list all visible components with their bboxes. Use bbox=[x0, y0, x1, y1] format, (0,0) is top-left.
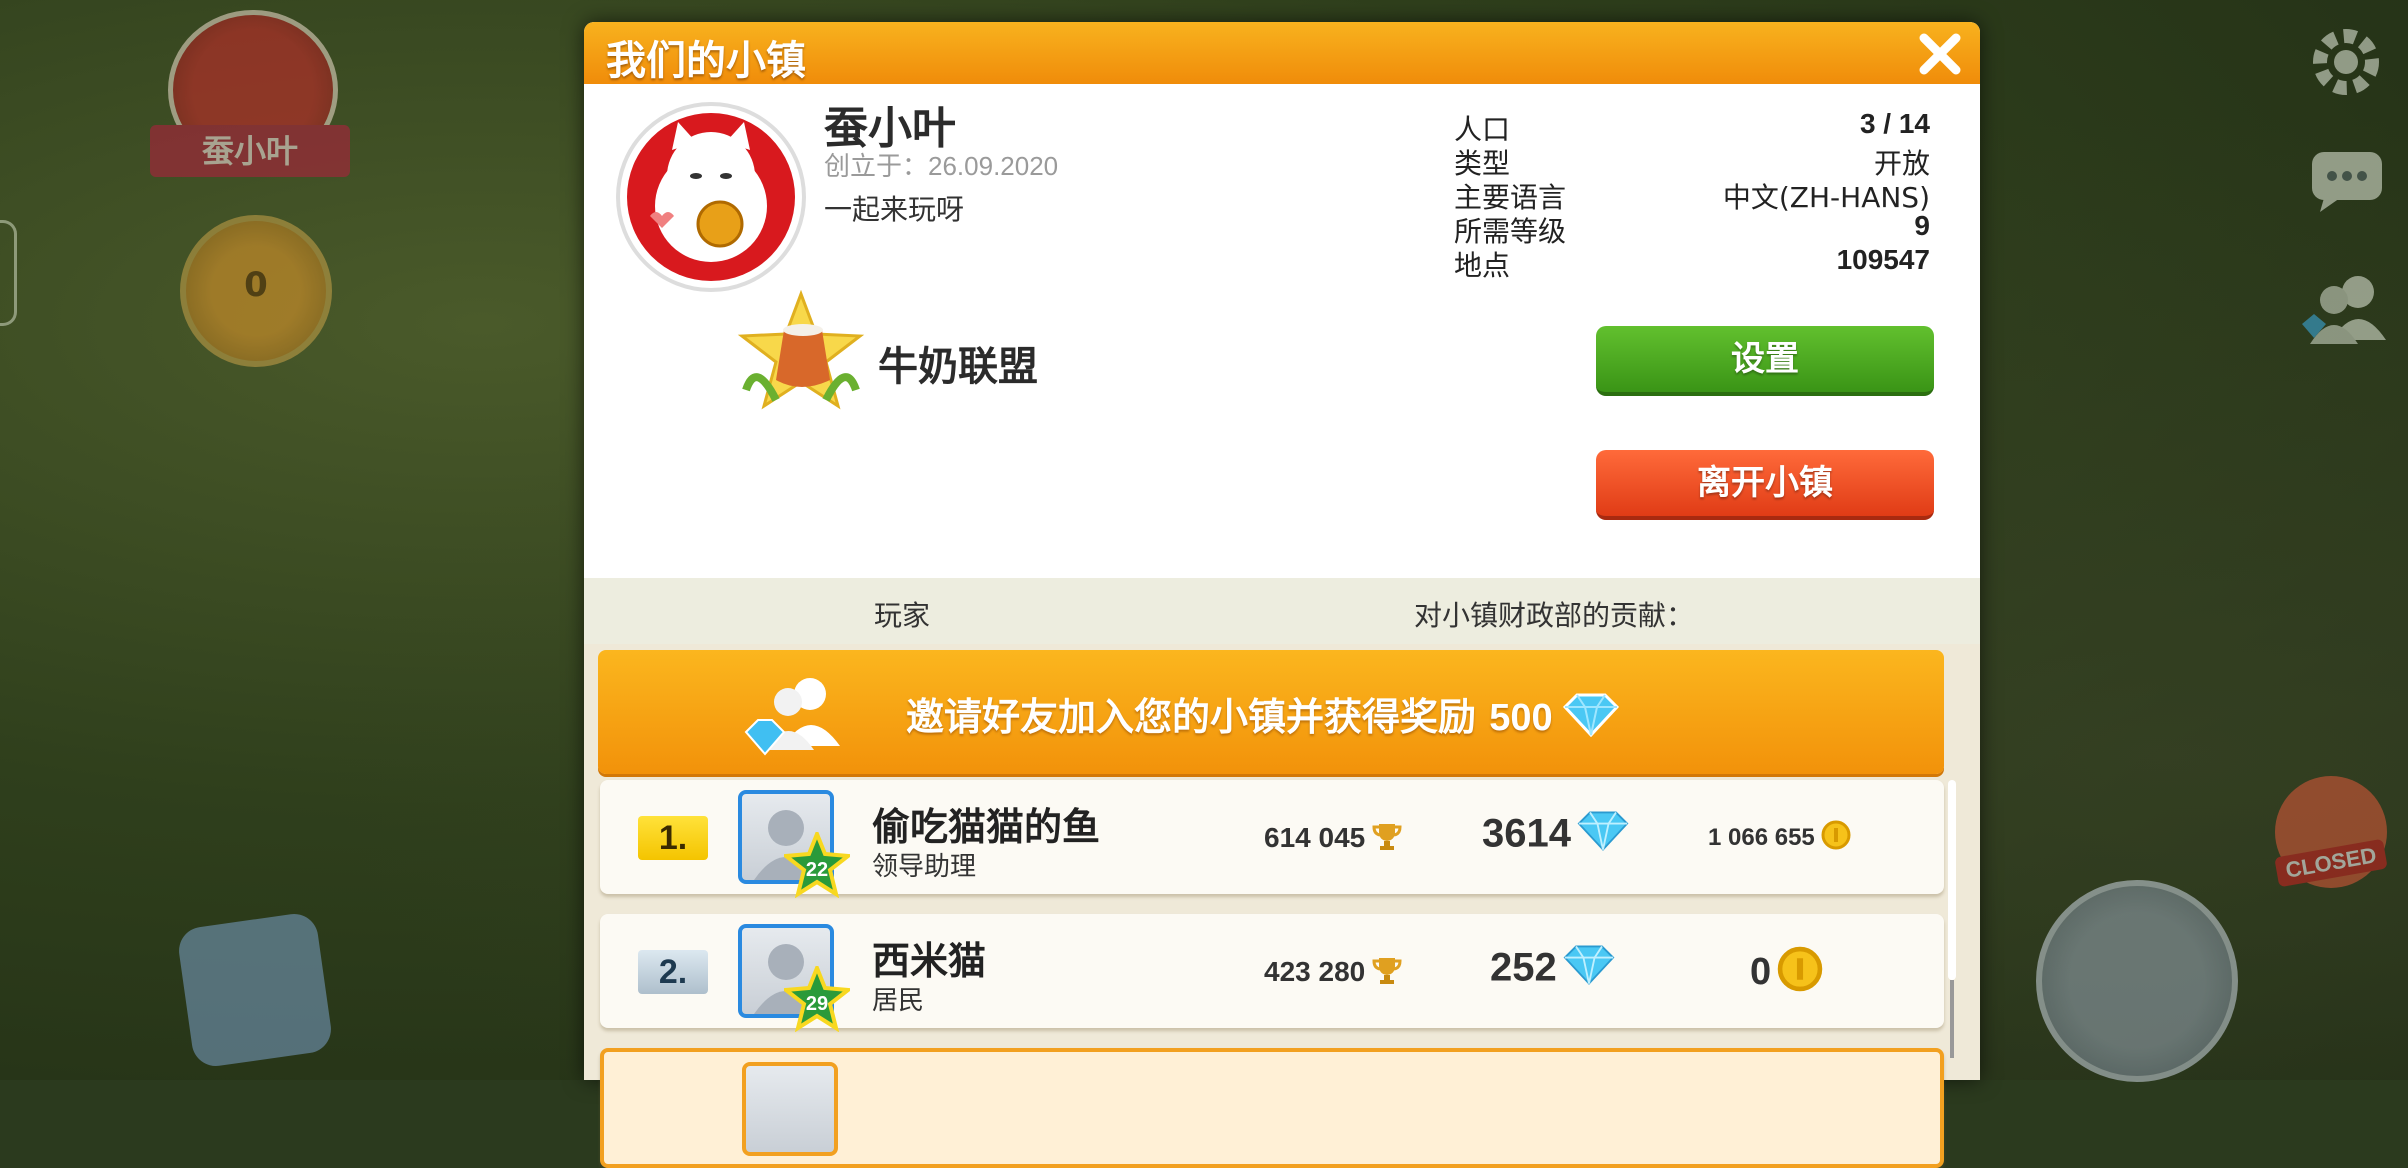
contribution-column-header: 对小镇财政部的贡献： bbox=[1414, 599, 1695, 632]
player-column-header: 玩家 bbox=[874, 599, 931, 632]
friends-icon bbox=[744, 668, 844, 758]
gems-value: 252 bbox=[1490, 945, 1557, 990]
info-value: 开放 bbox=[1873, 147, 1930, 180]
trophy-value: 614 045 bbox=[1264, 821, 1366, 853]
player-row-current-user[interactable] bbox=[600, 1048, 1944, 1168]
founded-date-value: 26.09.2020 bbox=[928, 151, 1059, 181]
friends-icon[interactable] bbox=[2300, 270, 2390, 350]
player-level: 29 bbox=[806, 993, 828, 1015]
list-scrollbar-thumb[interactable] bbox=[1948, 780, 1956, 980]
player-list-header: 玩家 对小镇财政部的贡献： bbox=[584, 578, 1980, 644]
close-icon[interactable] bbox=[1914, 28, 1966, 80]
player-coins: 0 bbox=[1750, 946, 1823, 1002]
player-level: 22 bbox=[806, 859, 828, 881]
cash-register-button[interactable] bbox=[2036, 880, 2238, 1082]
info-row-language: 主要语言 中文(ZH-HANS) bbox=[1454, 176, 1930, 214]
info-row-location: 地点 109547 bbox=[1454, 244, 1930, 282]
hot-air-balloon-icon[interactable]: CLOSED bbox=[2266, 770, 2396, 910]
info-value: 中文(ZH-HANS) bbox=[1722, 181, 1930, 214]
gem-icon bbox=[1577, 810, 1629, 862]
player-name: 西米猫 bbox=[872, 939, 987, 983]
town-badge-label: 蚕小叶 bbox=[150, 125, 350, 177]
info-label: 所需等级 bbox=[1454, 215, 1567, 248]
level-pin-value: 0 bbox=[244, 265, 268, 305]
town-avatar bbox=[616, 102, 806, 292]
player-level-star: 29 bbox=[780, 962, 854, 1033]
info-value: 109547 bbox=[1836, 244, 1930, 275]
info-value: 3 / 14 bbox=[1859, 108, 1930, 139]
info-row-type: 类型 开放 bbox=[1454, 142, 1930, 180]
player-rank: 1. bbox=[638, 816, 708, 860]
league-name: 牛奶联盟 bbox=[878, 344, 1038, 390]
gear-icon[interactable] bbox=[2306, 22, 2386, 102]
invite-friends-banner[interactable]: 邀请好友加入您的小镇并获得奖励 500 bbox=[598, 650, 1944, 774]
player-rank: 2. bbox=[638, 950, 708, 994]
house-build-button[interactable] bbox=[175, 910, 335, 1070]
invite-reward-amount: 500 bbox=[1489, 697, 1553, 739]
player-row[interactable]: 2. 29 西米猫 居民 423 280 252 0 bbox=[600, 914, 1944, 1033]
dialog-header: 我们的小镇 bbox=[584, 22, 1980, 84]
coins-value: 0 bbox=[1750, 951, 1772, 994]
info-row-required-level: 所需等级 9 bbox=[1454, 210, 1930, 248]
milk-jug-league-icon bbox=[736, 289, 866, 420]
player-coins: 1 066 655 bbox=[1708, 820, 1851, 857]
founded-label: 创立于： bbox=[824, 152, 929, 182]
trophy-value: 423 280 bbox=[1264, 955, 1366, 987]
invite-text: 邀请好友加入您的小镇并获得奖励 500 bbox=[906, 686, 1619, 746]
info-row-population: 人口 3 / 14 bbox=[1454, 108, 1930, 146]
gem-icon bbox=[1563, 944, 1615, 996]
info-label: 人口 bbox=[1454, 113, 1511, 146]
player-gems: 252 bbox=[1490, 944, 1615, 996]
town-motto: 一起来玩呀 bbox=[824, 193, 965, 226]
level-pin-button[interactable]: 0 bbox=[180, 215, 332, 367]
leave-town-button[interactable]: 离开小镇 bbox=[1596, 450, 1934, 520]
town-info-table: 人口 3 / 14 类型 开放 主要语言 中文(ZH-HANS) 所需等级 9 地点 10… bbox=[1454, 108, 1930, 282]
dialog-title: 我们的小镇 bbox=[606, 38, 806, 84]
info-label: 地点 bbox=[1454, 249, 1511, 282]
coins-value: 1 066 655 bbox=[1708, 823, 1815, 851]
town-badge-button[interactable]: 蚕小叶 bbox=[150, 10, 350, 180]
list-scrollbar-track[interactable] bbox=[1950, 980, 1954, 1058]
player-level-star: 22 bbox=[780, 828, 854, 899]
side-panel-handle[interactable] bbox=[0, 220, 17, 326]
invite-message: 邀请好友加入您的小镇并获得奖励 bbox=[906, 695, 1477, 739]
chat-icon[interactable] bbox=[2310, 150, 2384, 214]
info-label: 主要语言 bbox=[1454, 181, 1567, 214]
gem-icon bbox=[1562, 693, 1619, 746]
gems-value: 3614 bbox=[1482, 811, 1571, 856]
player-trophies: 423 280 bbox=[1264, 954, 1403, 993]
player-gems: 3614 bbox=[1482, 810, 1629, 862]
info-value: 9 bbox=[1914, 210, 1930, 241]
player-role: 领导助理 bbox=[872, 852, 977, 882]
player-row[interactable]: 1. 22 偷吃猫猫的鱼 领导助理 614 045 3614 1 066 655 bbox=[600, 780, 1944, 899]
player-trophies: 614 045 bbox=[1264, 820, 1403, 859]
coin-icon bbox=[1821, 820, 1851, 857]
player-role: 居民 bbox=[872, 986, 925, 1016]
player-name: 偷吃猫猫的鱼 bbox=[872, 805, 1101, 849]
trophy-icon bbox=[1371, 954, 1403, 993]
trophy-icon bbox=[1371, 820, 1403, 859]
player-avatar bbox=[742, 1062, 838, 1156]
info-label: 类型 bbox=[1454, 147, 1511, 180]
settings-button[interactable]: 设置 bbox=[1596, 326, 1934, 396]
town-founded-date: 创立于：26.09.2020 bbox=[824, 146, 1058, 183]
coin-icon bbox=[1777, 946, 1823, 1002]
